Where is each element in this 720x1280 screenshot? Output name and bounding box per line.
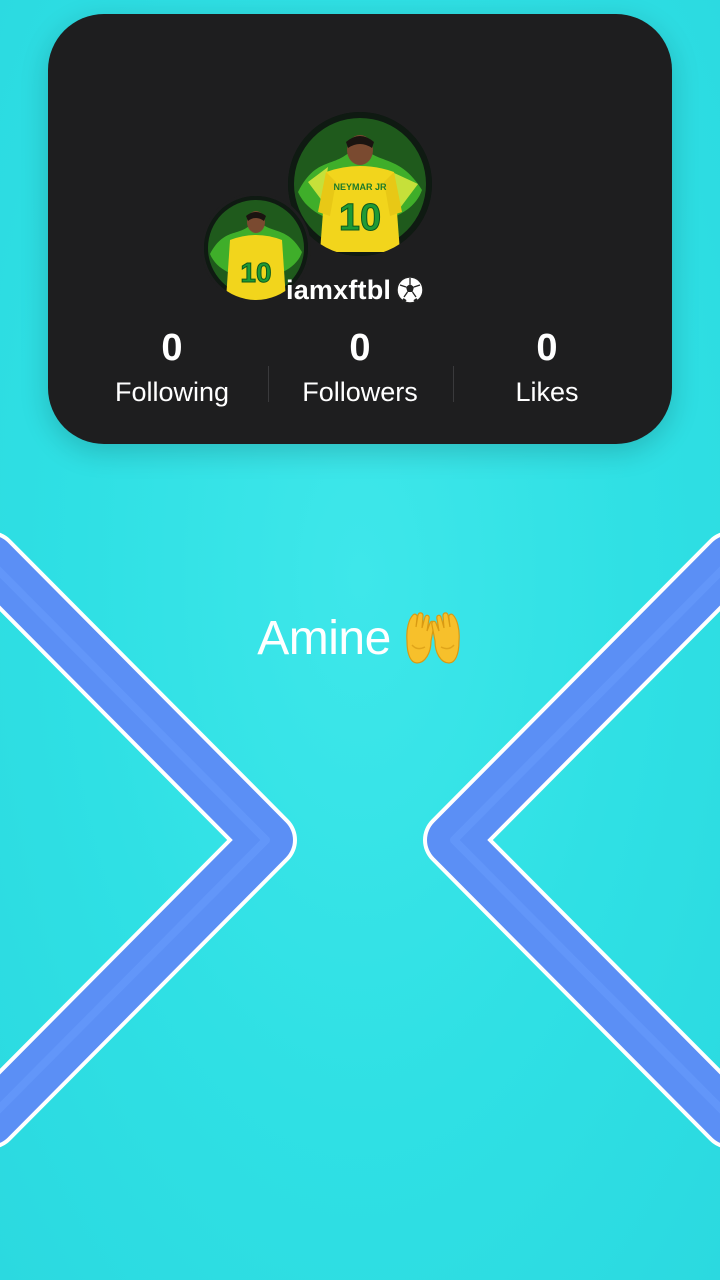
following-count: 0 [161, 327, 183, 369]
player-number-10-avatar-icon: NEYMAR JR 10 [288, 112, 432, 256]
likes-count: 0 [536, 327, 558, 369]
soccer-ball-icon [395, 275, 425, 305]
following-stat[interactable]: 0 Following [78, 326, 266, 412]
profile-avatar[interactable]: NEYMAR JR 10 [288, 112, 432, 256]
profile-card: NEYMAR JR 10 10 iamxftbl 0 Following 0 F… [48, 14, 672, 444]
svg-text:10: 10 [240, 257, 271, 288]
svg-text:NEYMAR JR: NEYMAR JR [333, 182, 387, 192]
svg-text:10: 10 [339, 197, 381, 239]
palms-up-together-icon [403, 611, 463, 667]
username-text: iamxftbl [286, 275, 392, 305]
followers-stat[interactable]: 0 Followers [266, 326, 454, 412]
following-label: Following [114, 377, 230, 407]
profile-stats: 0 Following 0 Followers 0 Likes [48, 326, 672, 426]
followers-count: 0 [349, 327, 371, 369]
video-caption: Amine [0, 608, 720, 670]
followers-label: Followers [302, 377, 418, 407]
caption-text: Amine [257, 612, 391, 665]
likes-stat[interactable]: 0 Likes [453, 326, 641, 412]
username-row[interactable]: iamxftbl [286, 272, 425, 308]
likes-label: Likes [515, 377, 579, 407]
